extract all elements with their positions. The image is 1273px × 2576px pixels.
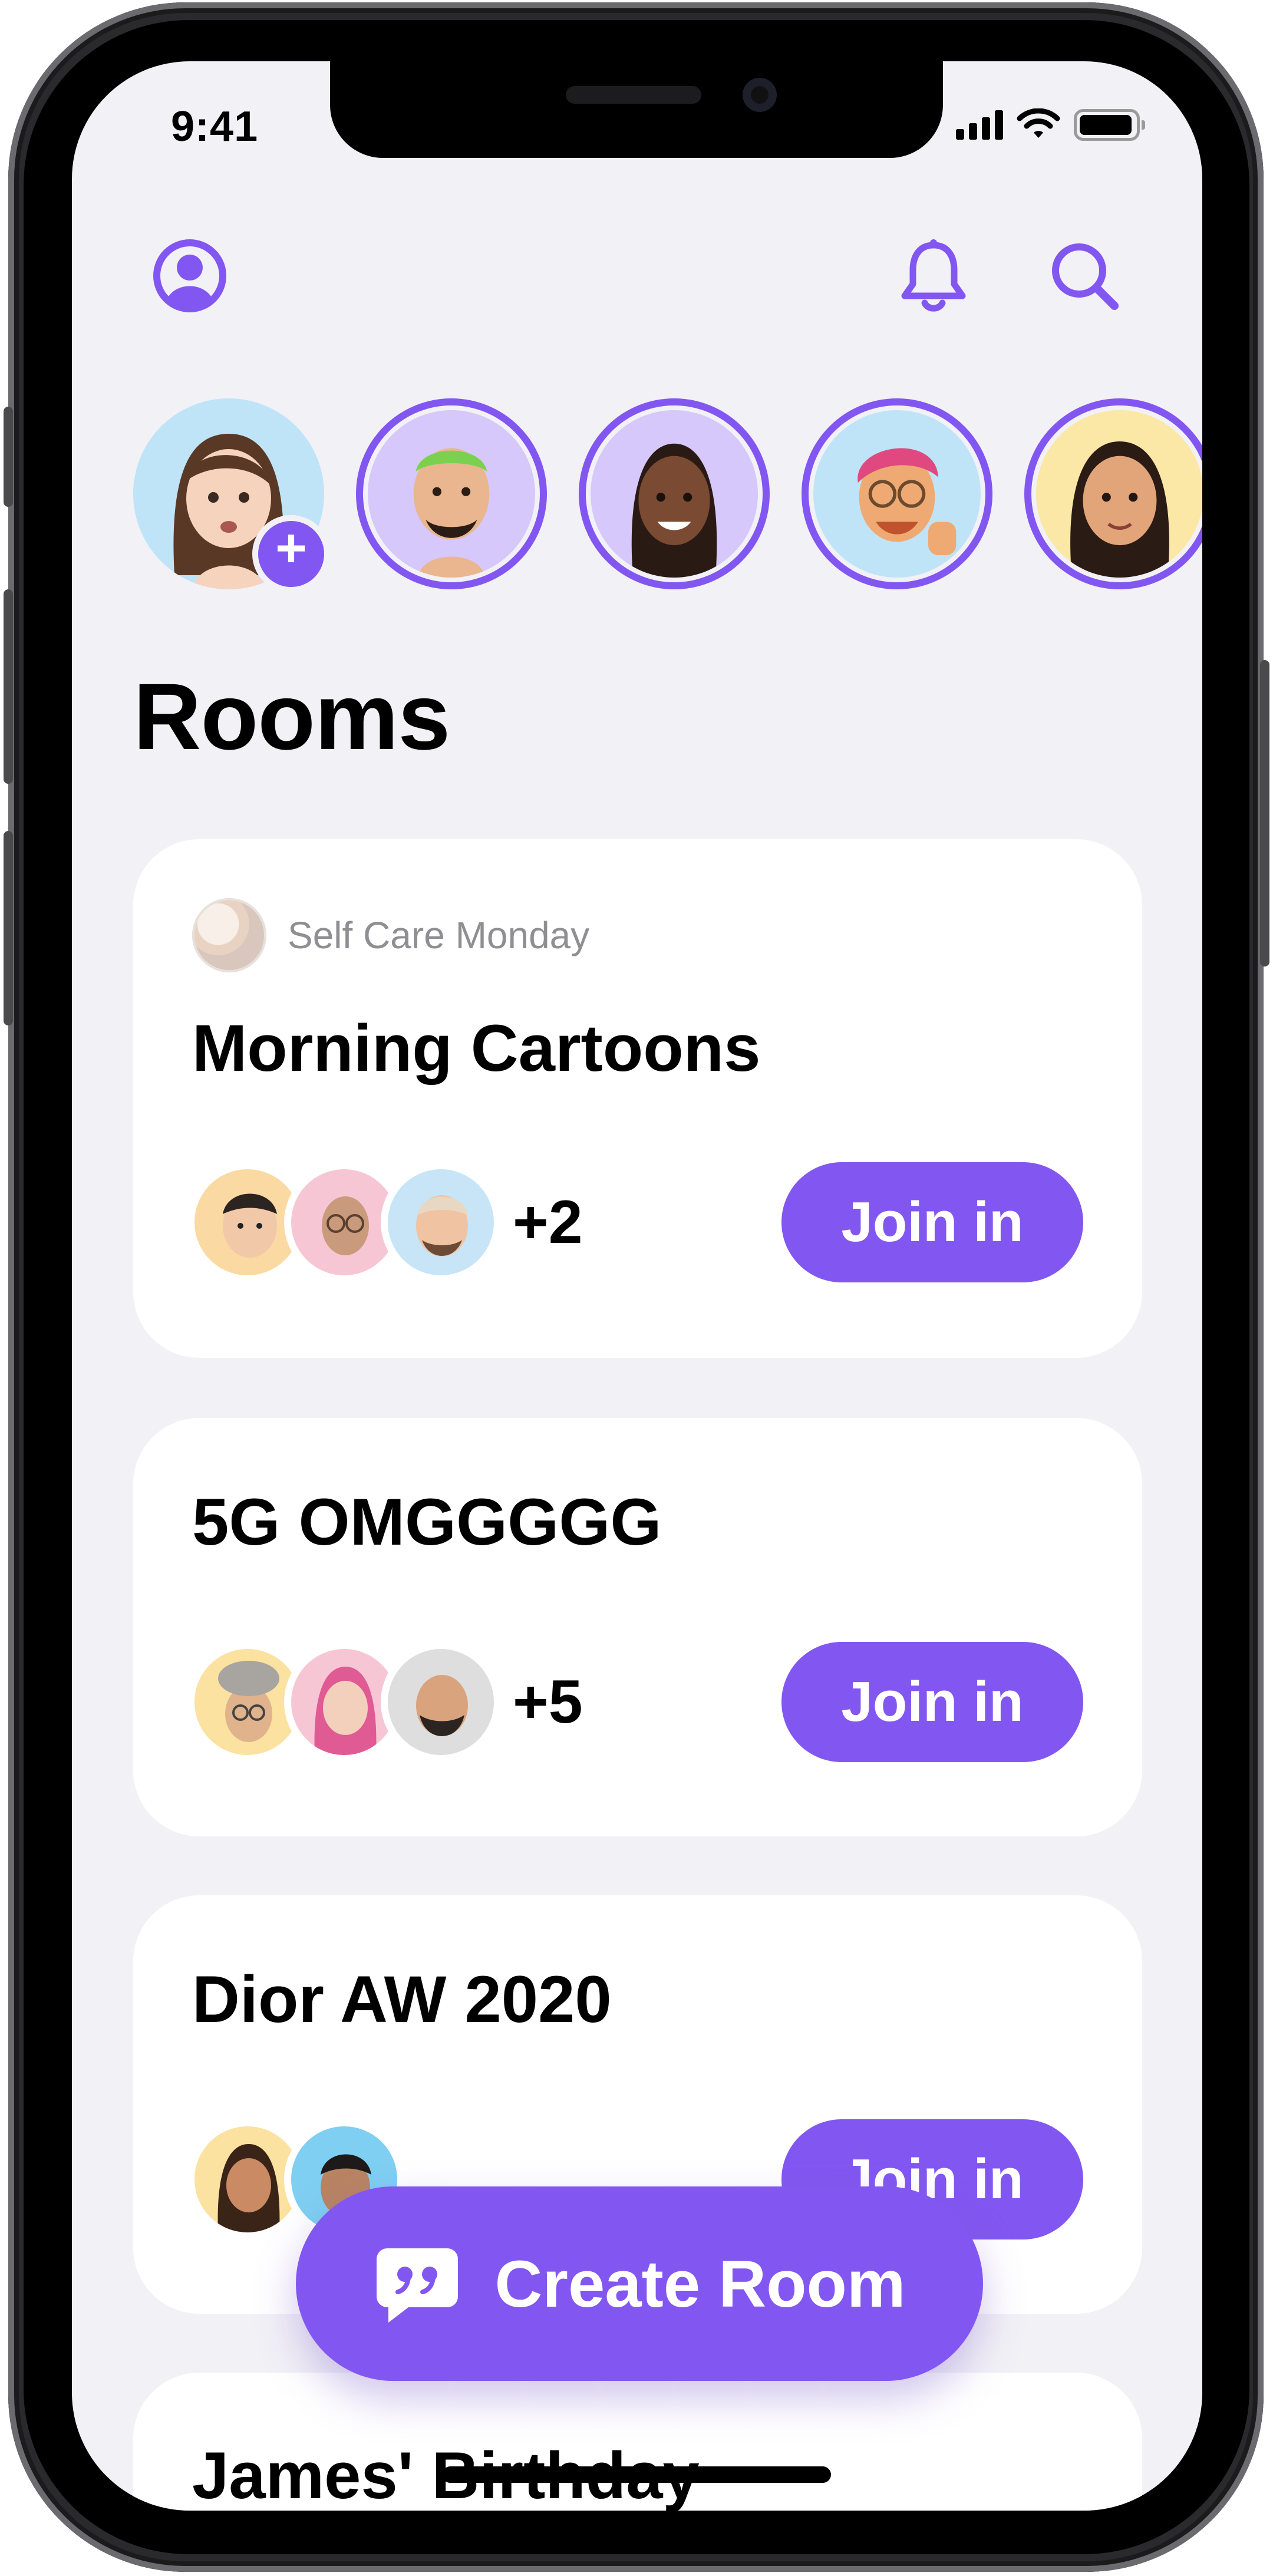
more-participants-count: +5	[513, 1667, 583, 1736]
side-button	[4, 831, 13, 1025]
status-time: 9:41	[171, 103, 259, 150]
bell-icon	[901, 239, 966, 312]
more-participants-count: +2	[513, 1188, 583, 1256]
story-avatar[interactable]	[579, 398, 770, 589]
participant-avatars: +5	[187, 1642, 583, 1762]
participant-avatar	[381, 1162, 501, 1282]
participant-avatar	[381, 1642, 501, 1762]
status-icons	[956, 108, 1145, 141]
side-button	[1260, 660, 1269, 967]
page-title: Rooms	[133, 664, 450, 769]
room-title: Morning Cartoons	[192, 1011, 761, 1085]
club-name: Self Care Monday	[288, 914, 590, 956]
wifi-icon	[1017, 108, 1060, 138]
speaker	[566, 86, 701, 104]
room-club: Self Care Monday	[192, 898, 589, 972]
memoji-avatar-icon	[416, 1195, 468, 1256]
search-icon	[1052, 243, 1119, 310]
memoji-avatar-icon	[416, 1675, 468, 1736]
home-indicator[interactable]	[442, 2466, 831, 2483]
join-room-button[interactable]: Join in	[781, 1642, 1083, 1762]
create-room-button[interactable]: Create Room	[296, 2186, 983, 2381]
memoji-avatar-icon	[413, 448, 490, 578]
story-avatar[interactable]	[1024, 398, 1202, 589]
profile-button[interactable]	[149, 235, 231, 317]
quote-bubble-icon	[377, 2248, 459, 2323]
my-story-avatar[interactable]: +	[133, 398, 330, 593]
story-avatar[interactable]	[356, 398, 547, 589]
battery-icon	[1074, 109, 1145, 141]
room-card[interactable]: James' Birthday	[133, 2373, 1142, 2511]
club-thumbnail	[192, 898, 266, 972]
participant-avatars: +2	[187, 1162, 583, 1282]
notifications-button[interactable]	[892, 235, 975, 317]
app-screen: 9:41 + Rooms Self Care Monday Morning Ca…	[72, 61, 1202, 2511]
memoji-avatar-icon	[1070, 441, 1169, 578]
room-card[interactable]: 5G OMGGGGG +5 Join in	[133, 1418, 1142, 1836]
room-title: Dior AW 2020	[192, 1962, 612, 2036]
person-circle-icon	[153, 239, 226, 312]
cellular-signal-icon	[956, 110, 1003, 140]
side-button	[4, 407, 13, 507]
memoji-avatar-icon	[858, 448, 957, 556]
room-title: 5G OMGGGGG	[192, 1485, 662, 1559]
join-room-button[interactable]: Join in	[781, 1162, 1083, 1282]
memoji-avatar-icon	[631, 443, 717, 578]
stories-row: +	[133, 398, 1202, 599]
create-room-label: Create Room	[494, 2247, 906, 2321]
add-story-button[interactable]: +	[252, 515, 330, 593]
camera	[743, 78, 777, 112]
story-avatar[interactable]	[802, 398, 992, 589]
side-button	[4, 589, 13, 784]
notch	[330, 61, 943, 158]
search-button[interactable]	[1043, 235, 1126, 317]
room-card[interactable]: Self Care Monday Morning Cartoons +2 Joi…	[133, 839, 1142, 1358]
